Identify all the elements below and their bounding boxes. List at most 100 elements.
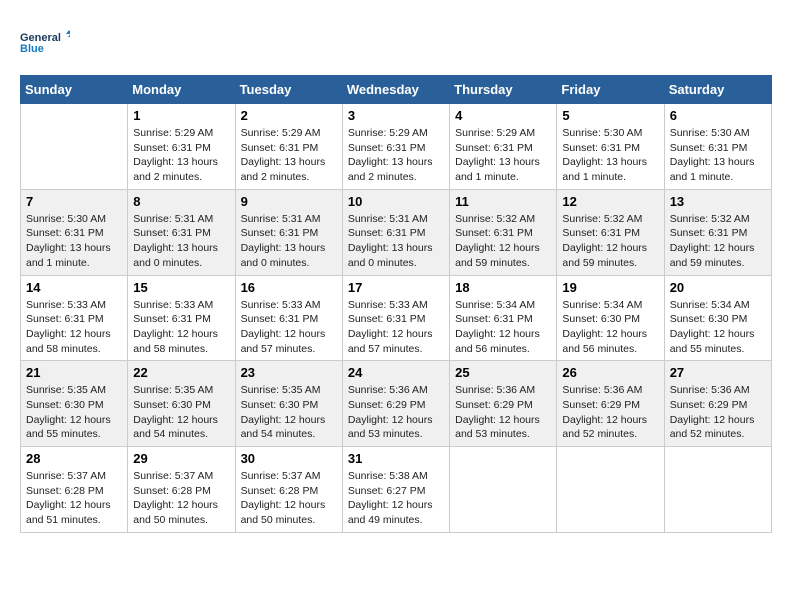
day-info: Sunrise: 5:31 AM Sunset: 6:31 PM Dayligh… bbox=[348, 212, 444, 271]
day-info: Sunrise: 5:35 AM Sunset: 6:30 PM Dayligh… bbox=[133, 383, 229, 442]
day-number: 5 bbox=[562, 108, 658, 123]
calendar-cell: 6Sunrise: 5:30 AM Sunset: 6:31 PM Daylig… bbox=[664, 104, 771, 190]
day-info: Sunrise: 5:32 AM Sunset: 6:31 PM Dayligh… bbox=[670, 212, 766, 271]
day-info: Sunrise: 5:33 AM Sunset: 6:31 PM Dayligh… bbox=[241, 298, 337, 357]
day-number: 2 bbox=[241, 108, 337, 123]
calendar-cell: 8 Sunrise: 5:31 AM Sunset: 6:31 PM Daylig… bbox=[128, 189, 235, 275]
day-info: Sunrise: 5:30 AM Sunset: 6:31 PM Dayligh… bbox=[562, 126, 658, 185]
day-info: Sunrise: 5:34 AM Sunset: 6:30 PM Dayligh… bbox=[562, 298, 658, 357]
day-info: Sunrise: 5:37 AM Sunset: 6:28 PM Dayligh… bbox=[133, 469, 229, 528]
day-info: Sunrise: 5:33 AM Sunset: 6:31 PM Dayligh… bbox=[26, 298, 122, 357]
week-row-4: 21 Sunrise: 5:35 AM Sunset: 6:30 PM Dayli… bbox=[21, 361, 772, 447]
header-day-tuesday: Tuesday bbox=[235, 76, 342, 104]
day-info: Sunrise: 5:33 AM Sunset: 6:31 PM Dayligh… bbox=[133, 298, 229, 357]
week-row-3: 14Sunrise: 5:33 AM Sunset: 6:31 PM Dayli… bbox=[21, 275, 772, 361]
header-day-friday: Friday bbox=[557, 76, 664, 104]
day-info: Sunrise: 5:33 AM Sunset: 6:31 PM Dayligh… bbox=[348, 298, 444, 357]
calendar-cell: 20 Sunrise: 5:34 AM Sunset: 6:30 PM Dayli… bbox=[664, 275, 771, 361]
header-day-saturday: Saturday bbox=[664, 76, 771, 104]
day-number: 24 bbox=[348, 365, 444, 380]
day-number: 23 bbox=[241, 365, 337, 380]
day-number: 8 bbox=[133, 194, 229, 209]
calendar-table: SundayMondayTuesdayWednesdayThursdayFrid… bbox=[20, 75, 772, 533]
day-info: Sunrise: 5:30 AM Sunset: 6:31 PM Dayligh… bbox=[26, 212, 122, 271]
calendar-cell: 29 Sunrise: 5:37 AM Sunset: 6:28 PM Dayli… bbox=[128, 447, 235, 533]
calendar-cell: 21 Sunrise: 5:35 AM Sunset: 6:30 PM Dayli… bbox=[21, 361, 128, 447]
calendar-cell: 19Sunrise: 5:34 AM Sunset: 6:30 PM Dayli… bbox=[557, 275, 664, 361]
day-info: Sunrise: 5:36 AM Sunset: 6:29 PM Dayligh… bbox=[670, 383, 766, 442]
day-info: Sunrise: 5:29 AM Sunset: 6:31 PM Dayligh… bbox=[133, 126, 229, 185]
calendar-cell: 31Sunrise: 5:38 AM Sunset: 6:27 PM Dayli… bbox=[342, 447, 449, 533]
header-day-monday: Monday bbox=[128, 76, 235, 104]
day-info: Sunrise: 5:32 AM Sunset: 6:31 PM Dayligh… bbox=[562, 212, 658, 271]
day-info: Sunrise: 5:31 AM Sunset: 6:31 PM Dayligh… bbox=[241, 212, 337, 271]
calendar-cell: 5 Sunrise: 5:30 AM Sunset: 6:31 PM Daylig… bbox=[557, 104, 664, 190]
svg-text:General: General bbox=[20, 32, 61, 44]
day-number: 20 bbox=[670, 280, 766, 295]
calendar-cell: 28Sunrise: 5:37 AM Sunset: 6:28 PM Dayli… bbox=[21, 447, 128, 533]
day-number: 18 bbox=[455, 280, 551, 295]
day-number: 21 bbox=[26, 365, 122, 380]
header-day-thursday: Thursday bbox=[450, 76, 557, 104]
page-header: General Blue bbox=[20, 20, 772, 65]
day-number: 6 bbox=[670, 108, 766, 123]
calendar-cell: 26 Sunrise: 5:36 AM Sunset: 6:29 PM Dayli… bbox=[557, 361, 664, 447]
calendar-cell: 7 Sunrise: 5:30 AM Sunset: 6:31 PM Daylig… bbox=[21, 189, 128, 275]
calendar-cell: 25 Sunrise: 5:36 AM Sunset: 6:29 PM Dayli… bbox=[450, 361, 557, 447]
calendar-cell: 30 Sunrise: 5:37 AM Sunset: 6:28 PM Dayli… bbox=[235, 447, 342, 533]
calendar-cell: 18 Sunrise: 5:34 AM Sunset: 6:31 PM Dayli… bbox=[450, 275, 557, 361]
header-row: SundayMondayTuesdayWednesdayThursdayFrid… bbox=[21, 76, 772, 104]
day-number: 17 bbox=[348, 280, 444, 295]
week-row-1: 1 Sunrise: 5:29 AM Sunset: 6:31 PM Daylig… bbox=[21, 104, 772, 190]
calendar-cell: 14Sunrise: 5:33 AM Sunset: 6:31 PM Dayli… bbox=[21, 275, 128, 361]
day-number: 3 bbox=[348, 108, 444, 123]
calendar-cell: 16 Sunrise: 5:33 AM Sunset: 6:31 PM Dayli… bbox=[235, 275, 342, 361]
logo-svg: General Blue bbox=[20, 20, 70, 65]
day-number: 11 bbox=[455, 194, 551, 209]
day-info: Sunrise: 5:35 AM Sunset: 6:30 PM Dayligh… bbox=[26, 383, 122, 442]
day-number: 28 bbox=[26, 451, 122, 466]
calendar-cell bbox=[21, 104, 128, 190]
day-info: Sunrise: 5:29 AM Sunset: 6:31 PM Dayligh… bbox=[455, 126, 551, 185]
logo: General Blue bbox=[20, 20, 70, 65]
calendar-cell: 1 Sunrise: 5:29 AM Sunset: 6:31 PM Daylig… bbox=[128, 104, 235, 190]
day-info: Sunrise: 5:32 AM Sunset: 6:31 PM Dayligh… bbox=[455, 212, 551, 271]
calendar-cell: 15 Sunrise: 5:33 AM Sunset: 6:31 PM Dayli… bbox=[128, 275, 235, 361]
week-row-5: 28 Sunrise: 5:37 AM Sunset: 6:28 PM Dayli… bbox=[21, 447, 772, 533]
day-info: Sunrise: 5:37 AM Sunset: 6:28 PM Dayligh… bbox=[241, 469, 337, 528]
calendar-cell: 17 Sunrise: 5:33 AM Sunset: 6:31 PM Dayli… bbox=[342, 275, 449, 361]
day-number: 10 bbox=[348, 194, 444, 209]
day-info: Sunrise: 5:35 AM Sunset: 6:30 PM Dayligh… bbox=[241, 383, 337, 442]
day-info: Sunrise: 5:36 AM Sunset: 6:29 PM Dayligh… bbox=[455, 383, 551, 442]
svg-text:Blue: Blue bbox=[20, 43, 44, 55]
day-number: 1 bbox=[133, 108, 229, 123]
day-number: 22 bbox=[133, 365, 229, 380]
day-number: 15 bbox=[133, 280, 229, 295]
day-number: 9 bbox=[241, 194, 337, 209]
day-number: 25 bbox=[455, 365, 551, 380]
day-number: 12 bbox=[562, 194, 658, 209]
calendar-cell: 2 Sunrise: 5:29 AM Sunset: 6:31 PM Daylig… bbox=[235, 104, 342, 190]
calendar-cell: 13Sunrise: 5:32 AM Sunset: 6:31 PM Dayli… bbox=[664, 189, 771, 275]
day-info: Sunrise: 5:29 AM Sunset: 6:31 PM Dayligh… bbox=[348, 126, 444, 185]
calendar-cell: 23 Sunrise: 5:35 AM Sunset: 6:30 PM Dayli… bbox=[235, 361, 342, 447]
header-day-sunday: Sunday bbox=[21, 76, 128, 104]
day-number: 26 bbox=[562, 365, 658, 380]
calendar-cell bbox=[450, 447, 557, 533]
day-info: Sunrise: 5:31 AM Sunset: 6:31 PM Dayligh… bbox=[133, 212, 229, 271]
day-number: 16 bbox=[241, 280, 337, 295]
day-number: 29 bbox=[133, 451, 229, 466]
calendar-cell: 12 Sunrise: 5:32 AM Sunset: 6:31 PM Dayli… bbox=[557, 189, 664, 275]
day-number: 7 bbox=[26, 194, 122, 209]
calendar-cell: 3 Sunrise: 5:29 AM Sunset: 6:31 PM Daylig… bbox=[342, 104, 449, 190]
day-info: Sunrise: 5:34 AM Sunset: 6:31 PM Dayligh… bbox=[455, 298, 551, 357]
day-info: Sunrise: 5:36 AM Sunset: 6:29 PM Dayligh… bbox=[348, 383, 444, 442]
calendar-cell: 22 Sunrise: 5:35 AM Sunset: 6:30 PM Dayli… bbox=[128, 361, 235, 447]
day-number: 31 bbox=[348, 451, 444, 466]
day-info: Sunrise: 5:36 AM Sunset: 6:29 PM Dayligh… bbox=[562, 383, 658, 442]
day-number: 27 bbox=[670, 365, 766, 380]
day-info: Sunrise: 5:29 AM Sunset: 6:31 PM Dayligh… bbox=[241, 126, 337, 185]
day-info: Sunrise: 5:34 AM Sunset: 6:30 PM Dayligh… bbox=[670, 298, 766, 357]
day-number: 30 bbox=[241, 451, 337, 466]
calendar-cell: 4Sunrise: 5:29 AM Sunset: 6:31 PM Daylig… bbox=[450, 104, 557, 190]
